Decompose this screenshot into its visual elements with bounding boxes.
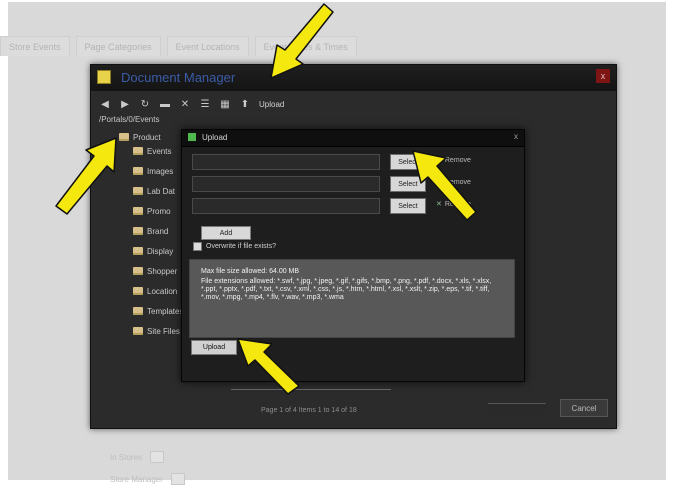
arrow-annotation: [55, 137, 117, 215]
arrow-annotation: [55, 3, 477, 395]
arrow-annotation: [270, 3, 334, 79]
arrow-annotation: [237, 338, 300, 395]
arrow-annotation: [412, 150, 477, 221]
